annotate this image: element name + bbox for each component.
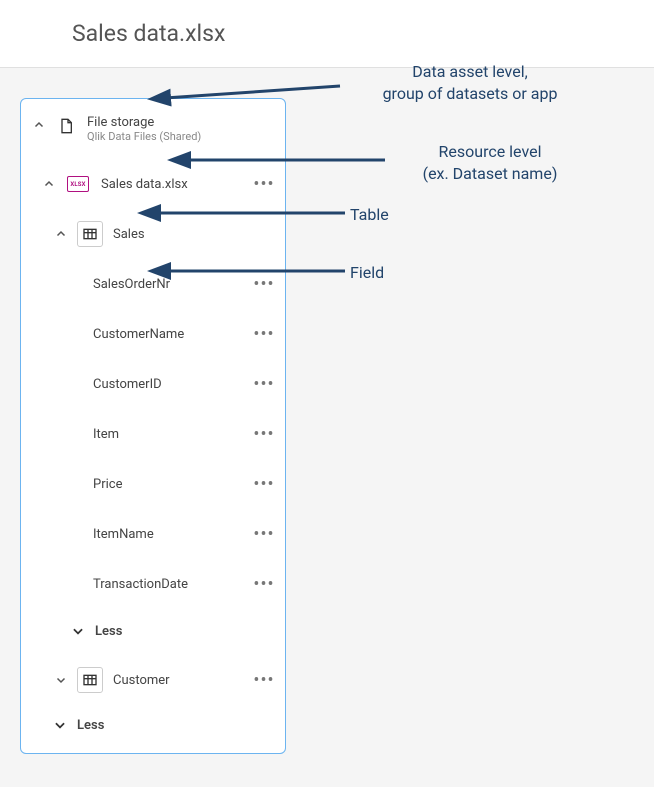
page-title: Sales data.xlsx: [72, 20, 225, 47]
page-header: Sales data.xlsx: [0, 0, 654, 68]
annotation-arrow: [0, 68, 654, 768]
